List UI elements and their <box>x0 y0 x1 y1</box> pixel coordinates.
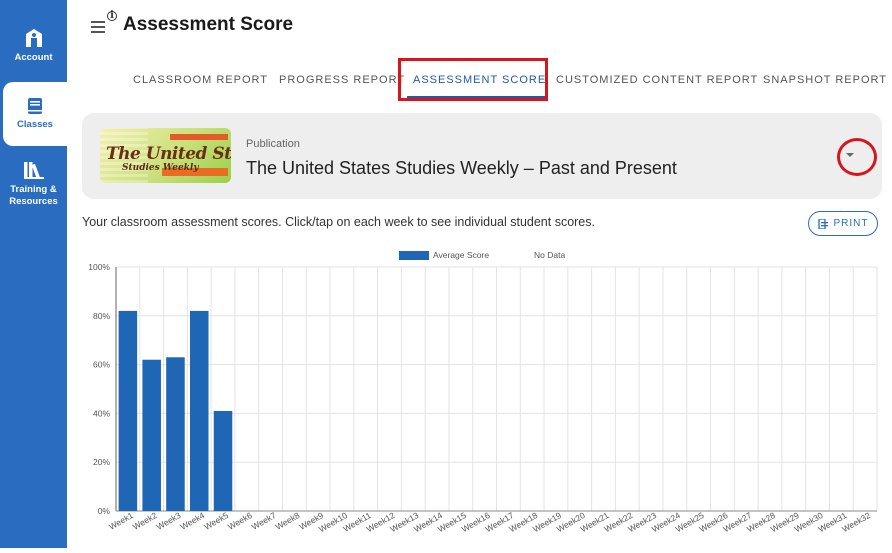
publication-name: The United States Studies Weekly – Past … <box>246 158 677 178</box>
sidebar-item-account[interactable]: Account <box>0 28 67 64</box>
bar <box>118 310 138 511</box>
annotation-highlight-tab <box>398 58 548 101</box>
tab-snapshot-report[interactable]: SNAPSHOT REPORT <box>763 64 887 96</box>
annotation-highlight-dropdown <box>837 138 877 176</box>
publication-thumbnail: The United States Studies Weekly <box>100 128 231 183</box>
legend-label: No Data <box>534 250 565 260</box>
x-tick-label: Week5 <box>202 510 230 532</box>
sidebar-item-label: Training & <box>10 184 57 195</box>
library-icon <box>23 162 44 179</box>
main-content: i Assessment Score CLASSROOM REPORT PROG… <box>67 0 892 548</box>
y-tick-label: 80% <box>93 311 110 321</box>
x-tick-label: Week6 <box>226 510 254 532</box>
x-tick-label: Week3 <box>155 510 183 532</box>
legend-swatch <box>399 251 429 260</box>
tab-customized-content-report[interactable]: CUSTOMIZED CONTENT REPORT <box>556 64 758 96</box>
sidebar: Account Classes Training & Resources <box>0 0 67 548</box>
sidebar-item-label: Classes <box>17 119 53 130</box>
x-tick-label: Week1 <box>107 510 135 532</box>
assessment-chart: Average Score No Data 0% 20% 40% 60% 80% 100% We… <box>67 240 892 548</box>
bar <box>213 410 233 511</box>
print-label: PRINT <box>833 218 869 229</box>
y-tick-label: 60% <box>93 360 110 370</box>
bar <box>189 310 209 511</box>
thumbnail-title: The United States <box>106 144 231 164</box>
sidebar-item-label: Resources <box>9 196 58 207</box>
chart-svg: Average Score No Data 0% 20% 40% 60% 80% 100% We… <box>88 250 878 534</box>
bar <box>142 359 161 511</box>
description-text: Your classroom assessment scores. Click/… <box>82 215 595 229</box>
menu-icon[interactable] <box>91 21 105 33</box>
y-tick-label: 40% <box>93 408 110 418</box>
sidebar-item-classes[interactable]: Classes <box>3 82 67 146</box>
x-tick-label: Week2 <box>131 510 159 532</box>
bar <box>166 357 185 511</box>
thumbnail-subtitle: Studies Weekly <box>122 163 199 173</box>
account-icon <box>25 29 42 47</box>
print-button[interactable]: PRINT <box>808 211 878 236</box>
y-tick-label: 0% <box>98 506 111 516</box>
x-tick-label: Week7 <box>250 510 278 532</box>
publication-label: Publication <box>246 138 300 150</box>
y-tick-label: 100% <box>88 262 110 272</box>
x-tick-label: Week8 <box>274 510 302 532</box>
tab-progress-report[interactable]: PROGRESS REPORT <box>279 64 405 96</box>
book-icon <box>28 98 42 114</box>
y-tick-label: 20% <box>93 457 110 467</box>
sidebar-item-training[interactable]: Training & Resources <box>0 160 67 208</box>
print-icon <box>817 218 828 229</box>
page-header: i Assessment Score <box>91 11 294 36</box>
page-title: Assessment Score <box>123 14 294 35</box>
tab-classroom-report[interactable]: CLASSROOM REPORT <box>133 64 268 96</box>
legend-label: Average Score <box>433 250 489 260</box>
publication-selector[interactable]: The United States Studies Weekly Publica… <box>82 113 882 199</box>
sidebar-item-label: Account <box>14 52 53 63</box>
info-icon[interactable]: i <box>107 11 117 21</box>
x-tick-label: Week4 <box>178 510 206 532</box>
